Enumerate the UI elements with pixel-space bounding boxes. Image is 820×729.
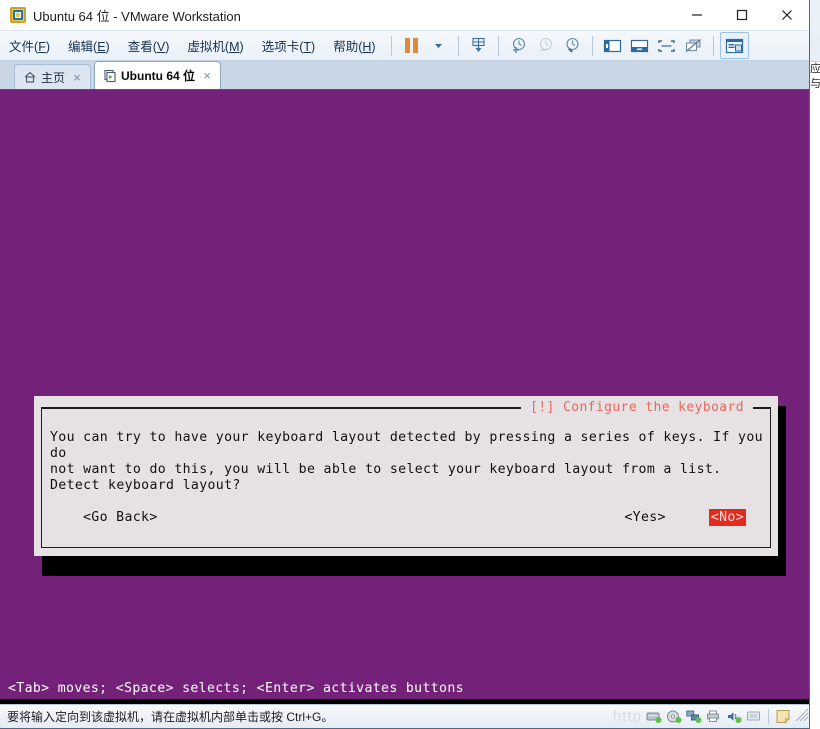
vmware-workstation-window: Ubuntu 64 位 - VMware Workstation 文件(F) 编… — [0, 0, 810, 729]
show-thumbnail-bar-icon[interactable] — [719, 32, 749, 59]
revert-snapshot-icon[interactable] — [532, 33, 559, 59]
go-back-button[interactable]: <Go Back> — [83, 510, 158, 525]
tab-home-close-icon[interactable]: × — [71, 71, 83, 84]
printer-icon[interactable] — [704, 707, 724, 727]
toolbar-separator — [390, 35, 392, 56]
toolbar-separator — [497, 35, 499, 56]
toolbar-separator — [457, 35, 459, 56]
window-controls — [674, 0, 809, 31]
status-separator — [768, 709, 769, 724]
snapshot-manager-icon[interactable] — [559, 33, 586, 59]
toolbar-separator — [712, 35, 714, 56]
status-ghost-text: http — [612, 708, 642, 725]
tab-home[interactable]: 主页 × — [14, 64, 92, 89]
tab-ubuntu-64-label: Ubuntu 64 位 — [121, 69, 196, 83]
dialog-body-text: You can try to have your keyboard layout… — [50, 430, 763, 477]
dialog-buttons: <Go Back> <Yes> <No> — [50, 509, 760, 526]
dialog-titlebar: [!] Configure the keyboard — [41, 401, 771, 415]
show-console-view-icon[interactable] — [626, 33, 653, 59]
status-device-icons — [644, 705, 809, 729]
title-bar: Ubuntu 64 位 - VMware Workstation — [0, 0, 809, 31]
vm-guest-screen[interactable]: [!] Configure the keyboard You can try t… — [0, 90, 809, 704]
menu-bar: 文件(F) 编辑(E) 查看(V) 虚拟机(M) 选项卡(T) 帮助(H) — [0, 31, 809, 61]
enter-fullscreen-icon[interactable] — [653, 33, 680, 59]
background-window-titlebar — [809, 0, 820, 34]
no-button[interactable]: <No> — [708, 509, 746, 526]
home-icon — [23, 70, 37, 84]
usb-display-icon[interactable] — [744, 707, 764, 727]
minimize-button[interactable] — [674, 0, 719, 31]
take-snapshot-icon[interactable] — [505, 33, 532, 59]
dialog-title-rule-right — [753, 407, 771, 409]
menu-item-tabs[interactable]: 选项卡(T) — [253, 32, 325, 59]
unity-mode-icon[interactable] — [680, 33, 707, 59]
vmware-logo-icon — [10, 7, 26, 23]
tab-ubuntu-64[interactable]: Ubuntu 64 位 × — [94, 61, 222, 89]
toolbar-separator — [591, 35, 593, 56]
tab-bar: 主页 × Ubuntu 64 位 × — [0, 61, 809, 90]
show-library-icon[interactable] — [599, 33, 626, 59]
notes-icon[interactable] — [773, 707, 793, 727]
status-message: 要将输入定向到该虚拟机，请在虚拟机内部单击或按 Ctrl+G。 — [7, 710, 334, 724]
send-ctrl-alt-del-icon[interactable] — [465, 33, 492, 59]
configure-keyboard-dialog: [!] Configure the keyboard You can try t… — [34, 396, 778, 556]
dialog-question-text: Detect keyboard layout? — [50, 478, 241, 493]
menu-item-vm[interactable]: 虚拟机(M) — [178, 32, 252, 59]
pause-icon[interactable] — [398, 33, 425, 59]
resize-grip-icon[interactable] — [795, 707, 809, 727]
keyboard-help-line: <Tab> moves; <Space> selects; <Enter> ac… — [8, 681, 464, 696]
tab-home-label: 主页 — [41, 70, 66, 85]
window-title: Ubuntu 64 位 - VMware Workstation — [33, 8, 241, 24]
tab-ubuntu-64-close-icon[interactable]: × — [201, 69, 213, 82]
background-window-menubar — [809, 34, 820, 62]
dialog-title-rule-left — [41, 407, 522, 409]
menu-item-help[interactable]: 帮助(H) — [324, 32, 384, 59]
status-bar: 要将输入定向到该虚拟机，请在虚拟机内部单击或按 Ctrl+G。 http — [0, 704, 809, 728]
background-window-text: 应与 — [810, 63, 820, 90]
dialog-title: [!] Configure the keyboard — [521, 401, 753, 415]
sound-card-icon[interactable] — [724, 707, 744, 727]
yes-button[interactable]: <Yes> — [624, 510, 665, 525]
menu-item-edit[interactable]: 编辑(E) — [59, 32, 119, 59]
vm-icon — [103, 69, 117, 83]
menu-item-file[interactable]: 文件(F) — [0, 32, 59, 59]
maximize-button[interactable] — [719, 0, 764, 31]
hard-disk-icon[interactable] — [644, 707, 664, 727]
network-adapter-icon[interactable] — [684, 707, 704, 727]
close-button[interactable] — [764, 0, 809, 31]
menu-item-view[interactable]: 查看(V) — [119, 32, 179, 59]
chevron-down-icon[interactable] — [425, 33, 452, 59]
cd-dvd-icon[interactable] — [664, 707, 684, 727]
